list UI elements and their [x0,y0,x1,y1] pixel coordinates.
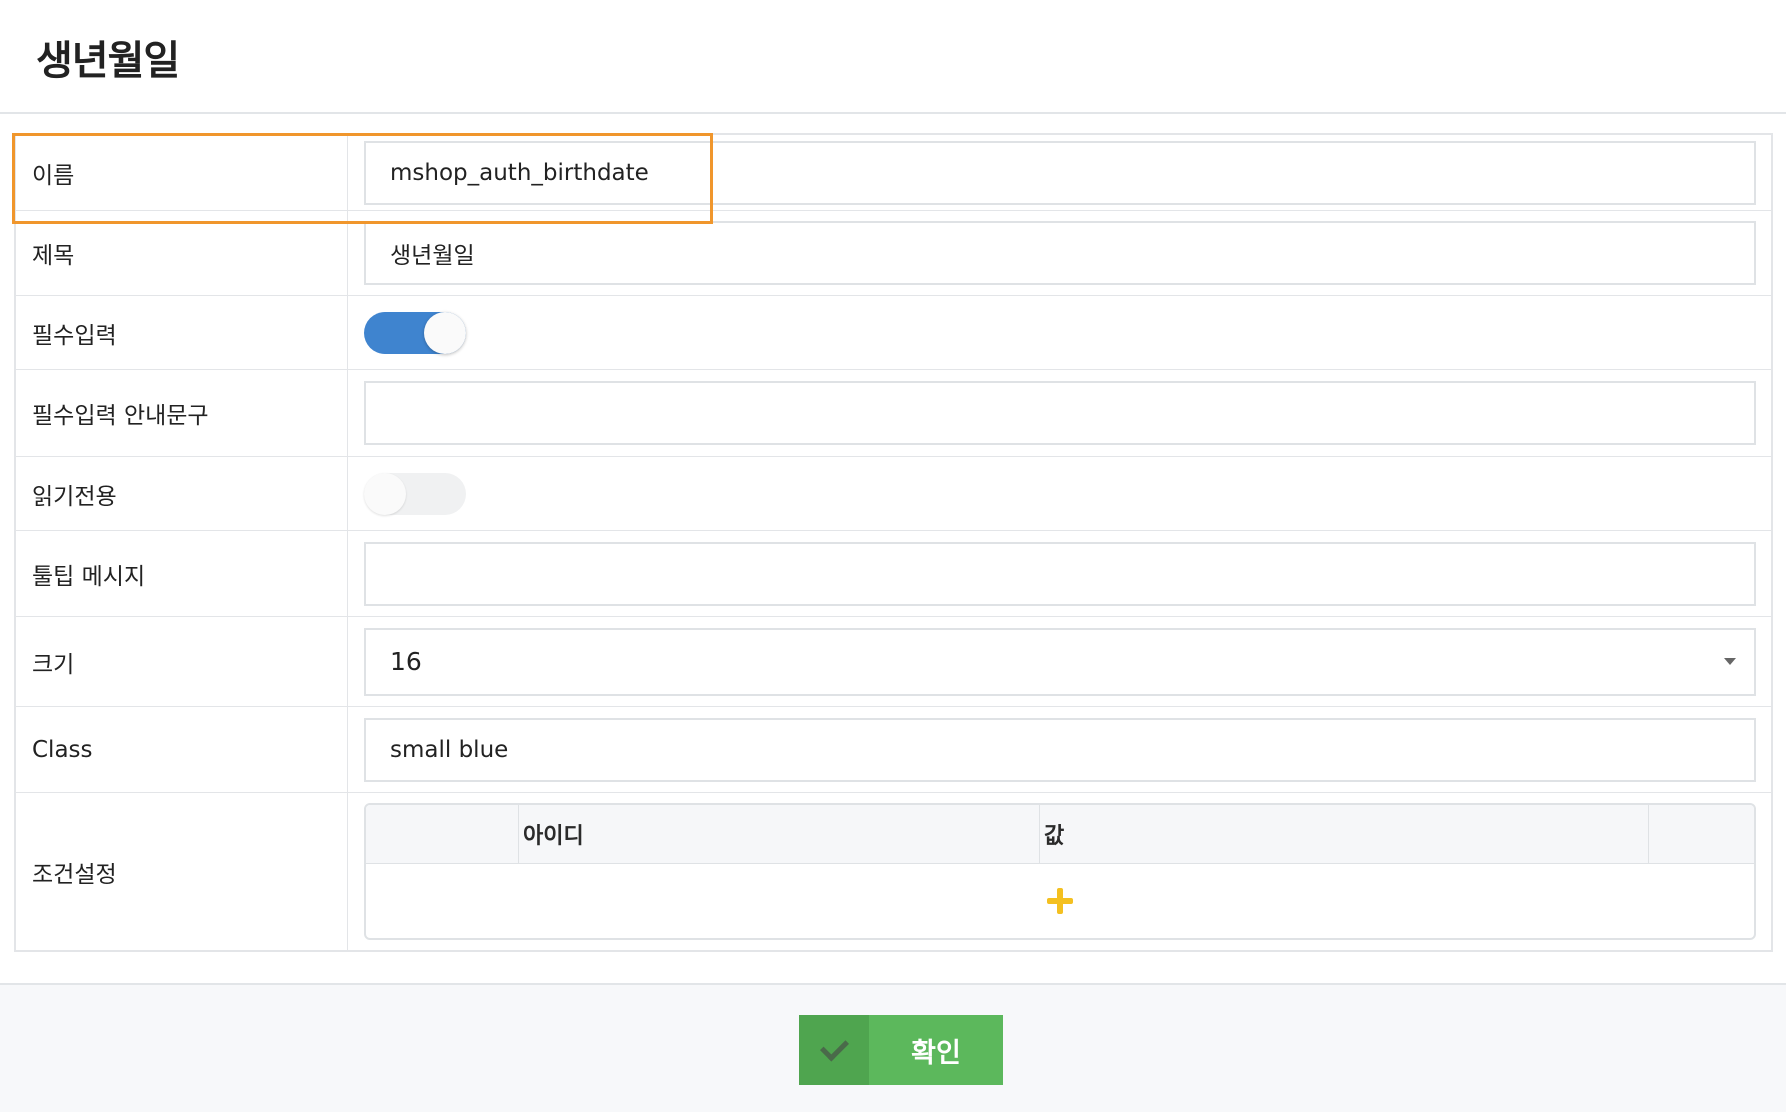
class-label: Class [16,707,348,792]
confirm-button-label: 확인 [911,1037,961,1069]
add-condition-plus-icon[interactable] [1047,888,1073,914]
check-icon-box [799,1015,869,1085]
name-label: 이름 [16,135,348,210]
row-size: 크기 16 [16,617,1771,707]
chevron-down-icon [1724,658,1736,665]
required-label: 필수입력 [16,296,348,369]
required-msg-input[interactable] [364,381,1756,445]
page-title: 생년월일 [36,38,180,84]
row-tooltip: 툴팁 메시지 [16,531,1771,617]
required-toggle[interactable] [364,311,466,354]
footer: 확인 [0,983,1786,1112]
conditions-table-header: 아이디 값 [366,805,1754,864]
row-subject: 제목 생년월일 [16,211,1771,296]
conditions-table-body [366,864,1754,938]
name-input[interactable]: mshop_auth_birthdate [364,140,1756,205]
size-label: 크기 [16,617,348,706]
readonly-toggle[interactable] [364,472,466,515]
toggle-knob [364,472,406,515]
size-select[interactable]: 16 [364,627,1756,696]
tooltip-input[interactable] [364,541,1756,606]
row-readonly: 읽기전용 [16,457,1771,531]
subject-label: 제목 [16,211,348,295]
class-input[interactable]: small blue [364,717,1756,782]
row-required-msg: 필수입력 안내문구 [16,370,1771,457]
conditions-table: 아이디 값 [364,803,1756,940]
column-header-value: 값 [1040,805,1649,863]
row-conditions: 조건설정 아이디 값 [16,793,1771,950]
row-class: Class small blue [16,707,1771,793]
column-header-blank [366,805,519,863]
row-name: 이름 mshop_auth_birthdate [16,135,1771,211]
required-msg-label: 필수입력 안내문구 [16,370,348,456]
header: 생년월일 [0,0,1786,114]
readonly-label: 읽기전용 [16,457,348,530]
conditions-label: 조건설정 [16,793,348,950]
row-required: 필수입력 [16,296,1771,370]
settings-form: 이름 mshop_auth_birthdate 제목 생년월일 필수입력 필수입… [14,133,1773,952]
tooltip-label: 툴팁 메시지 [16,531,348,616]
size-select-value: 16 [390,647,422,676]
confirm-button[interactable]: 확인 [799,1015,1003,1085]
toggle-knob [424,311,466,354]
check-icon [819,1032,849,1062]
column-header-actions [1649,805,1754,863]
column-header-id: 아이디 [519,805,1040,863]
subject-input[interactable]: 생년월일 [364,221,1756,285]
